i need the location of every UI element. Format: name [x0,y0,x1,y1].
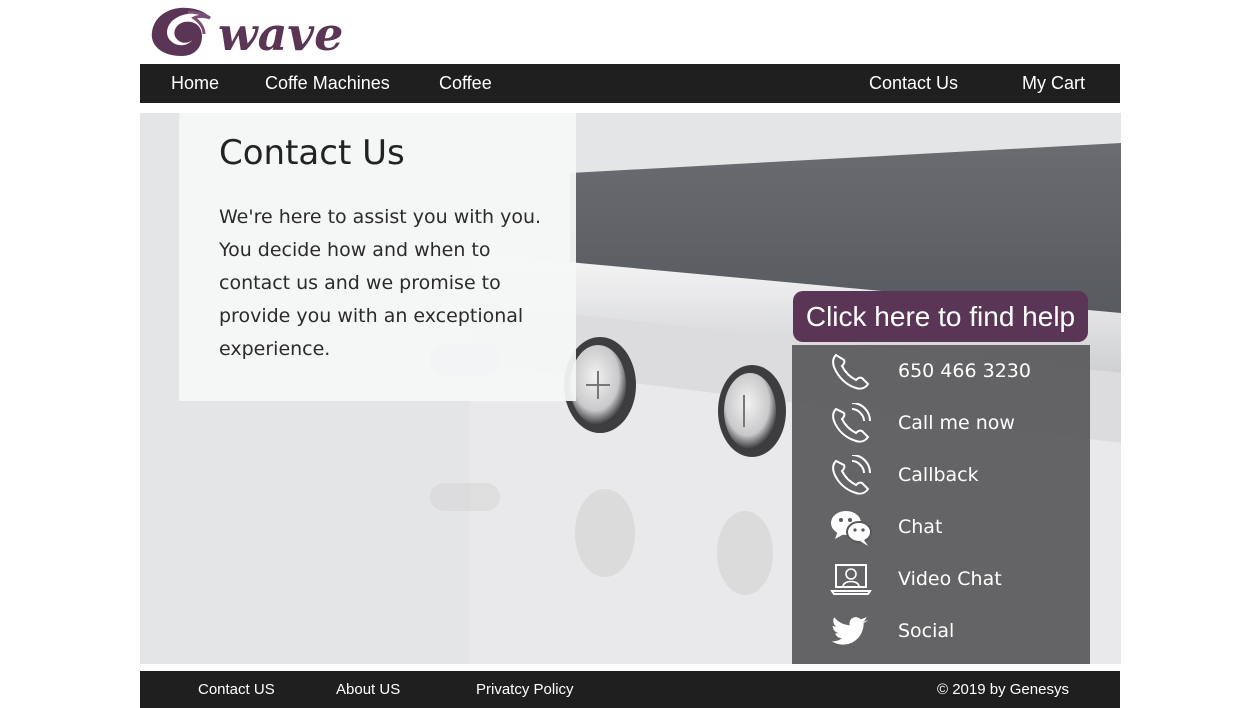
video-chat-icon [830,564,872,595]
help-option-label: 650 466 3230 [898,360,1031,382]
help-option-social[interactable]: Social [792,605,1090,657]
help-option-label: Chat [898,516,943,538]
footer: Contact US About US Privatcy Policy © 20… [140,671,1120,708]
twitter-bird-icon [831,617,868,645]
contact-title: Contact Us [219,133,405,173]
phone-ringing-icon [832,403,871,443]
nav-contact-us[interactable]: Contact Us [869,64,958,103]
nav-home[interactable]: Home [171,64,219,103]
footer-about-link[interactable]: About US [336,671,400,708]
help-options-panel: 650 466 3230 Call me now Callback Chat V… [792,345,1090,664]
find-help-button[interactable]: Click here to find help [793,291,1088,342]
help-option-call-me-now[interactable]: Call me now [792,397,1090,449]
help-option-label: Call me now [898,412,1015,434]
help-option-callback[interactable]: Callback [792,449,1090,501]
help-option-label: Social [898,620,955,642]
help-option-label: Callback [898,464,979,486]
footer-contact-link[interactable]: Contact US [198,671,275,708]
footer-copyright: © 2019 by Genesys [937,681,1069,698]
chat-bubbles-icon [831,511,872,546]
phone-icon [832,353,870,390]
logo-wordmark: wave [218,7,343,61]
help-option-chat[interactable]: Chat [792,501,1090,553]
phone-ringing-icon [832,455,871,495]
footer-privacy-link[interactable]: Privatcy Policy [476,671,574,708]
help-option-label: Video Chat [898,568,1002,590]
main-nav: Home Coffe Machines Coffee Contact Us My… [140,64,1120,103]
nav-coffee-machines[interactable]: Coffe Machines [265,64,390,103]
nav-coffee[interactable]: Coffee [439,64,492,103]
contact-description: We're here to assist you with you. You d… [219,206,542,360]
nav-my-cart[interactable]: My Cart [1022,64,1085,103]
contact-card: Contact Us We're here to assist you with… [179,113,576,401]
help-option-video-chat[interactable]: Video Chat [792,553,1090,605]
wave-swirl-icon: wave [151,7,343,61]
help-option-phone[interactable]: 650 466 3230 [792,345,1090,397]
wave-logo[interactable]: wave [148,4,380,62]
